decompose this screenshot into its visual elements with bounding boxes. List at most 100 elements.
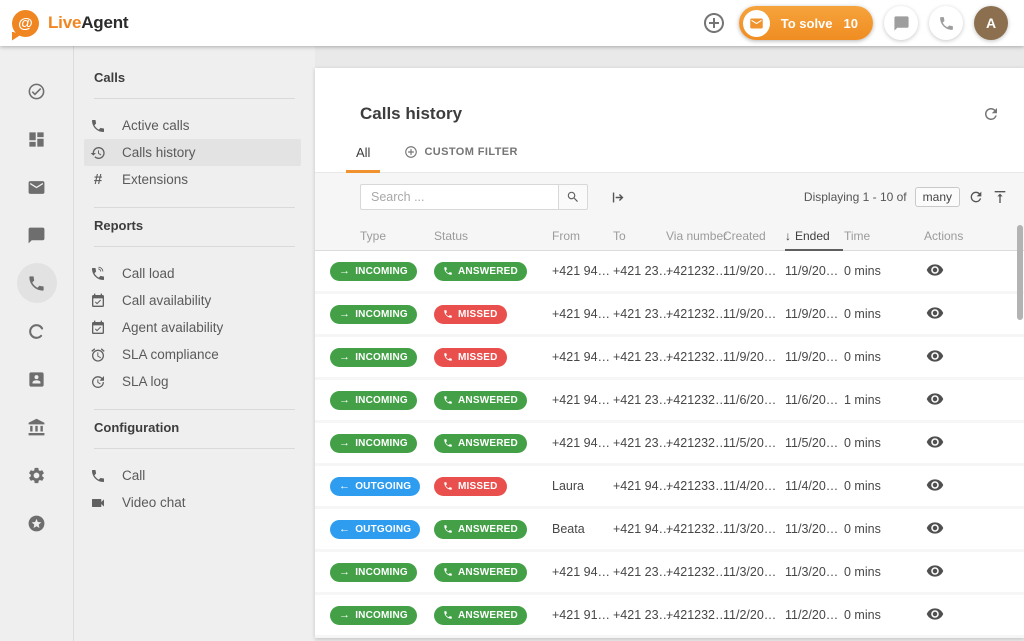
column-from[interactable]: From	[552, 229, 613, 243]
type-badge: →INCOMING	[330, 434, 417, 453]
calendar-check-icon	[90, 293, 106, 309]
direction-arrow-icon: →	[339, 438, 350, 449]
rail-item-upgrade[interactable]	[0, 499, 73, 547]
sidebar-item-agent-availability[interactable]: Agent availability	[84, 314, 301, 341]
search-input[interactable]	[360, 184, 558, 210]
many-button[interactable]: many	[915, 187, 960, 207]
rail-item-calls[interactable]	[0, 259, 73, 307]
eye-icon	[926, 390, 944, 408]
rail-item-tickets[interactable]	[0, 163, 73, 211]
column-status[interactable]: Status	[434, 229, 552, 243]
view-call-button[interactable]	[926, 390, 944, 408]
column-created[interactable]: Created	[723, 229, 785, 243]
rail-item-knowledgebase[interactable]	[0, 403, 73, 451]
from-cell: Laura	[552, 479, 613, 493]
view-call-button[interactable]	[926, 304, 944, 322]
view-call-button[interactable]	[926, 605, 944, 623]
eye-icon	[926, 433, 944, 451]
user-avatar[interactable]: A	[974, 6, 1008, 40]
phone-icon	[938, 15, 955, 32]
add-button[interactable]	[702, 10, 728, 36]
liveagent-logo[interactable]: @ LiveAgent	[12, 10, 128, 37]
sidebar-item-call-availability[interactable]: Call availability	[84, 287, 301, 314]
sidebar-item-calls-history[interactable]: Calls history	[84, 139, 301, 166]
table-row[interactable]: →INCOMING ANSWERED +421 94… +421 23… +42…	[315, 423, 1024, 463]
column-time[interactable]: Time	[844, 229, 924, 243]
table-row[interactable]: ←OUTGOING MISSED Laura +421 94… +421233……	[315, 466, 1024, 506]
column-type[interactable]: Type	[330, 229, 434, 243]
table-row[interactable]: →INCOMING ANSWERED +421 94… +421 23… +42…	[315, 251, 1024, 291]
rail-item-dashboard[interactable]	[0, 115, 73, 163]
view-call-button[interactable]	[926, 347, 944, 365]
view-call-button[interactable]	[926, 562, 944, 580]
table-row[interactable]: →INCOMING ANSWERED +421 94… +421 23… +42…	[315, 552, 1024, 592]
rail-item-solve[interactable]	[0, 67, 73, 115]
mail-icon	[17, 167, 57, 207]
eye-icon	[926, 605, 944, 623]
calls-history-card: Calls history All CUSTOM FILTER	[315, 68, 1024, 638]
scroll-top-button[interactable]	[992, 189, 1008, 205]
logo-text: LiveAgent	[48, 13, 128, 33]
chats-button[interactable]	[884, 6, 918, 40]
created-cell: 11/4/20…	[723, 479, 785, 493]
table-scrollbar[interactable]	[1017, 225, 1023, 320]
phone-icon	[90, 118, 106, 134]
search-button[interactable]	[558, 184, 588, 210]
view-call-button[interactable]	[926, 261, 944, 279]
tab-all[interactable]: All	[346, 132, 380, 172]
alarm-icon	[90, 347, 106, 363]
refresh-button[interactable]	[982, 105, 1000, 123]
from-cell: +421 94…	[552, 436, 613, 450]
chat-bubble-icon	[17, 215, 57, 255]
column-to[interactable]: To	[613, 229, 666, 243]
rail-item-gamification[interactable]	[0, 307, 73, 355]
to-solve-count: 10	[844, 16, 858, 31]
gear-icon	[17, 455, 57, 495]
sidebar-item-sla-log[interactable]: SLA log	[84, 368, 301, 395]
table-row[interactable]: →INCOMING ANSWERED +421 94… +421 23… +42…	[315, 380, 1024, 420]
refresh-list-button[interactable]	[968, 189, 984, 205]
sidebar-item-active-calls[interactable]: Active calls	[84, 112, 301, 139]
via-cell: +421232…	[666, 608, 723, 622]
calls-button[interactable]	[929, 6, 963, 40]
rail-item-chats[interactable]	[0, 211, 73, 259]
table-row[interactable]: →INCOMING MISSED +421 94… +421 23… +4212…	[315, 294, 1024, 334]
rail-item-settings[interactable]	[0, 451, 73, 499]
ended-cell: 11/9/20…	[785, 264, 844, 278]
table-row[interactable]: ←OUTGOING ANSWERED Beata +421 94… +42123…	[315, 509, 1024, 549]
view-call-button[interactable]	[926, 433, 944, 451]
via-cell: +421232…	[666, 393, 723, 407]
phone-icon	[90, 468, 106, 484]
view-call-button[interactable]	[926, 476, 944, 494]
table-row[interactable]: →INCOMING MISSED +421 94… +421 23… +4212…	[315, 337, 1024, 377]
ended-cell: 11/3/20…	[785, 522, 844, 536]
ended-cell: 11/4/20…	[785, 479, 844, 493]
to-solve-button[interactable]: To solve 10	[739, 6, 873, 40]
displaying-text: Displaying 1 - 10 of	[804, 190, 907, 204]
direction-arrow-icon: →	[339, 266, 350, 277]
to-cell: +421 23…	[613, 264, 666, 278]
clock-log-icon	[90, 374, 106, 390]
tab-custom-filter[interactable]: CUSTOM FILTER	[404, 132, 517, 172]
rail-item-customers[interactable]	[0, 355, 73, 403]
column-via-number[interactable]: Via number	[666, 229, 723, 243]
sidebar-item-extensions[interactable]: # Extensions	[84, 166, 301, 193]
time-cell: 0 mins	[844, 522, 924, 536]
header-actions: To solve 10 A	[702, 6, 1008, 40]
ended-cell: 11/3/20…	[785, 565, 844, 579]
sidebar-item-video-chat[interactable]: Video chat	[84, 489, 301, 516]
sidebar-item-sla-compliance[interactable]: SLA compliance	[84, 341, 301, 368]
column-ended[interactable]: ↓ Ended	[785, 221, 844, 250]
created-cell: 11/6/20…	[723, 393, 785, 407]
table-row[interactable]: →INCOMING ANSWERED +421 91… +421 23… +42…	[315, 595, 1024, 635]
tab-bar: All CUSTOM FILTER	[315, 132, 1024, 173]
type-badge: →INCOMING	[330, 391, 417, 410]
table-toolbar: Displaying 1 - 10 of many	[315, 173, 1024, 221]
from-cell: +421 94…	[552, 350, 613, 364]
view-call-button[interactable]	[926, 519, 944, 537]
sidebar-item-call[interactable]: Call	[84, 462, 301, 489]
forward-button[interactable]	[610, 189, 627, 206]
top-header: @ LiveAgent To solve 10 A	[0, 0, 1024, 46]
sidebar-item-call-load[interactable]: Call load	[84, 260, 301, 287]
main-area: Calls history All CUSTOM FILTER	[315, 46, 1024, 641]
